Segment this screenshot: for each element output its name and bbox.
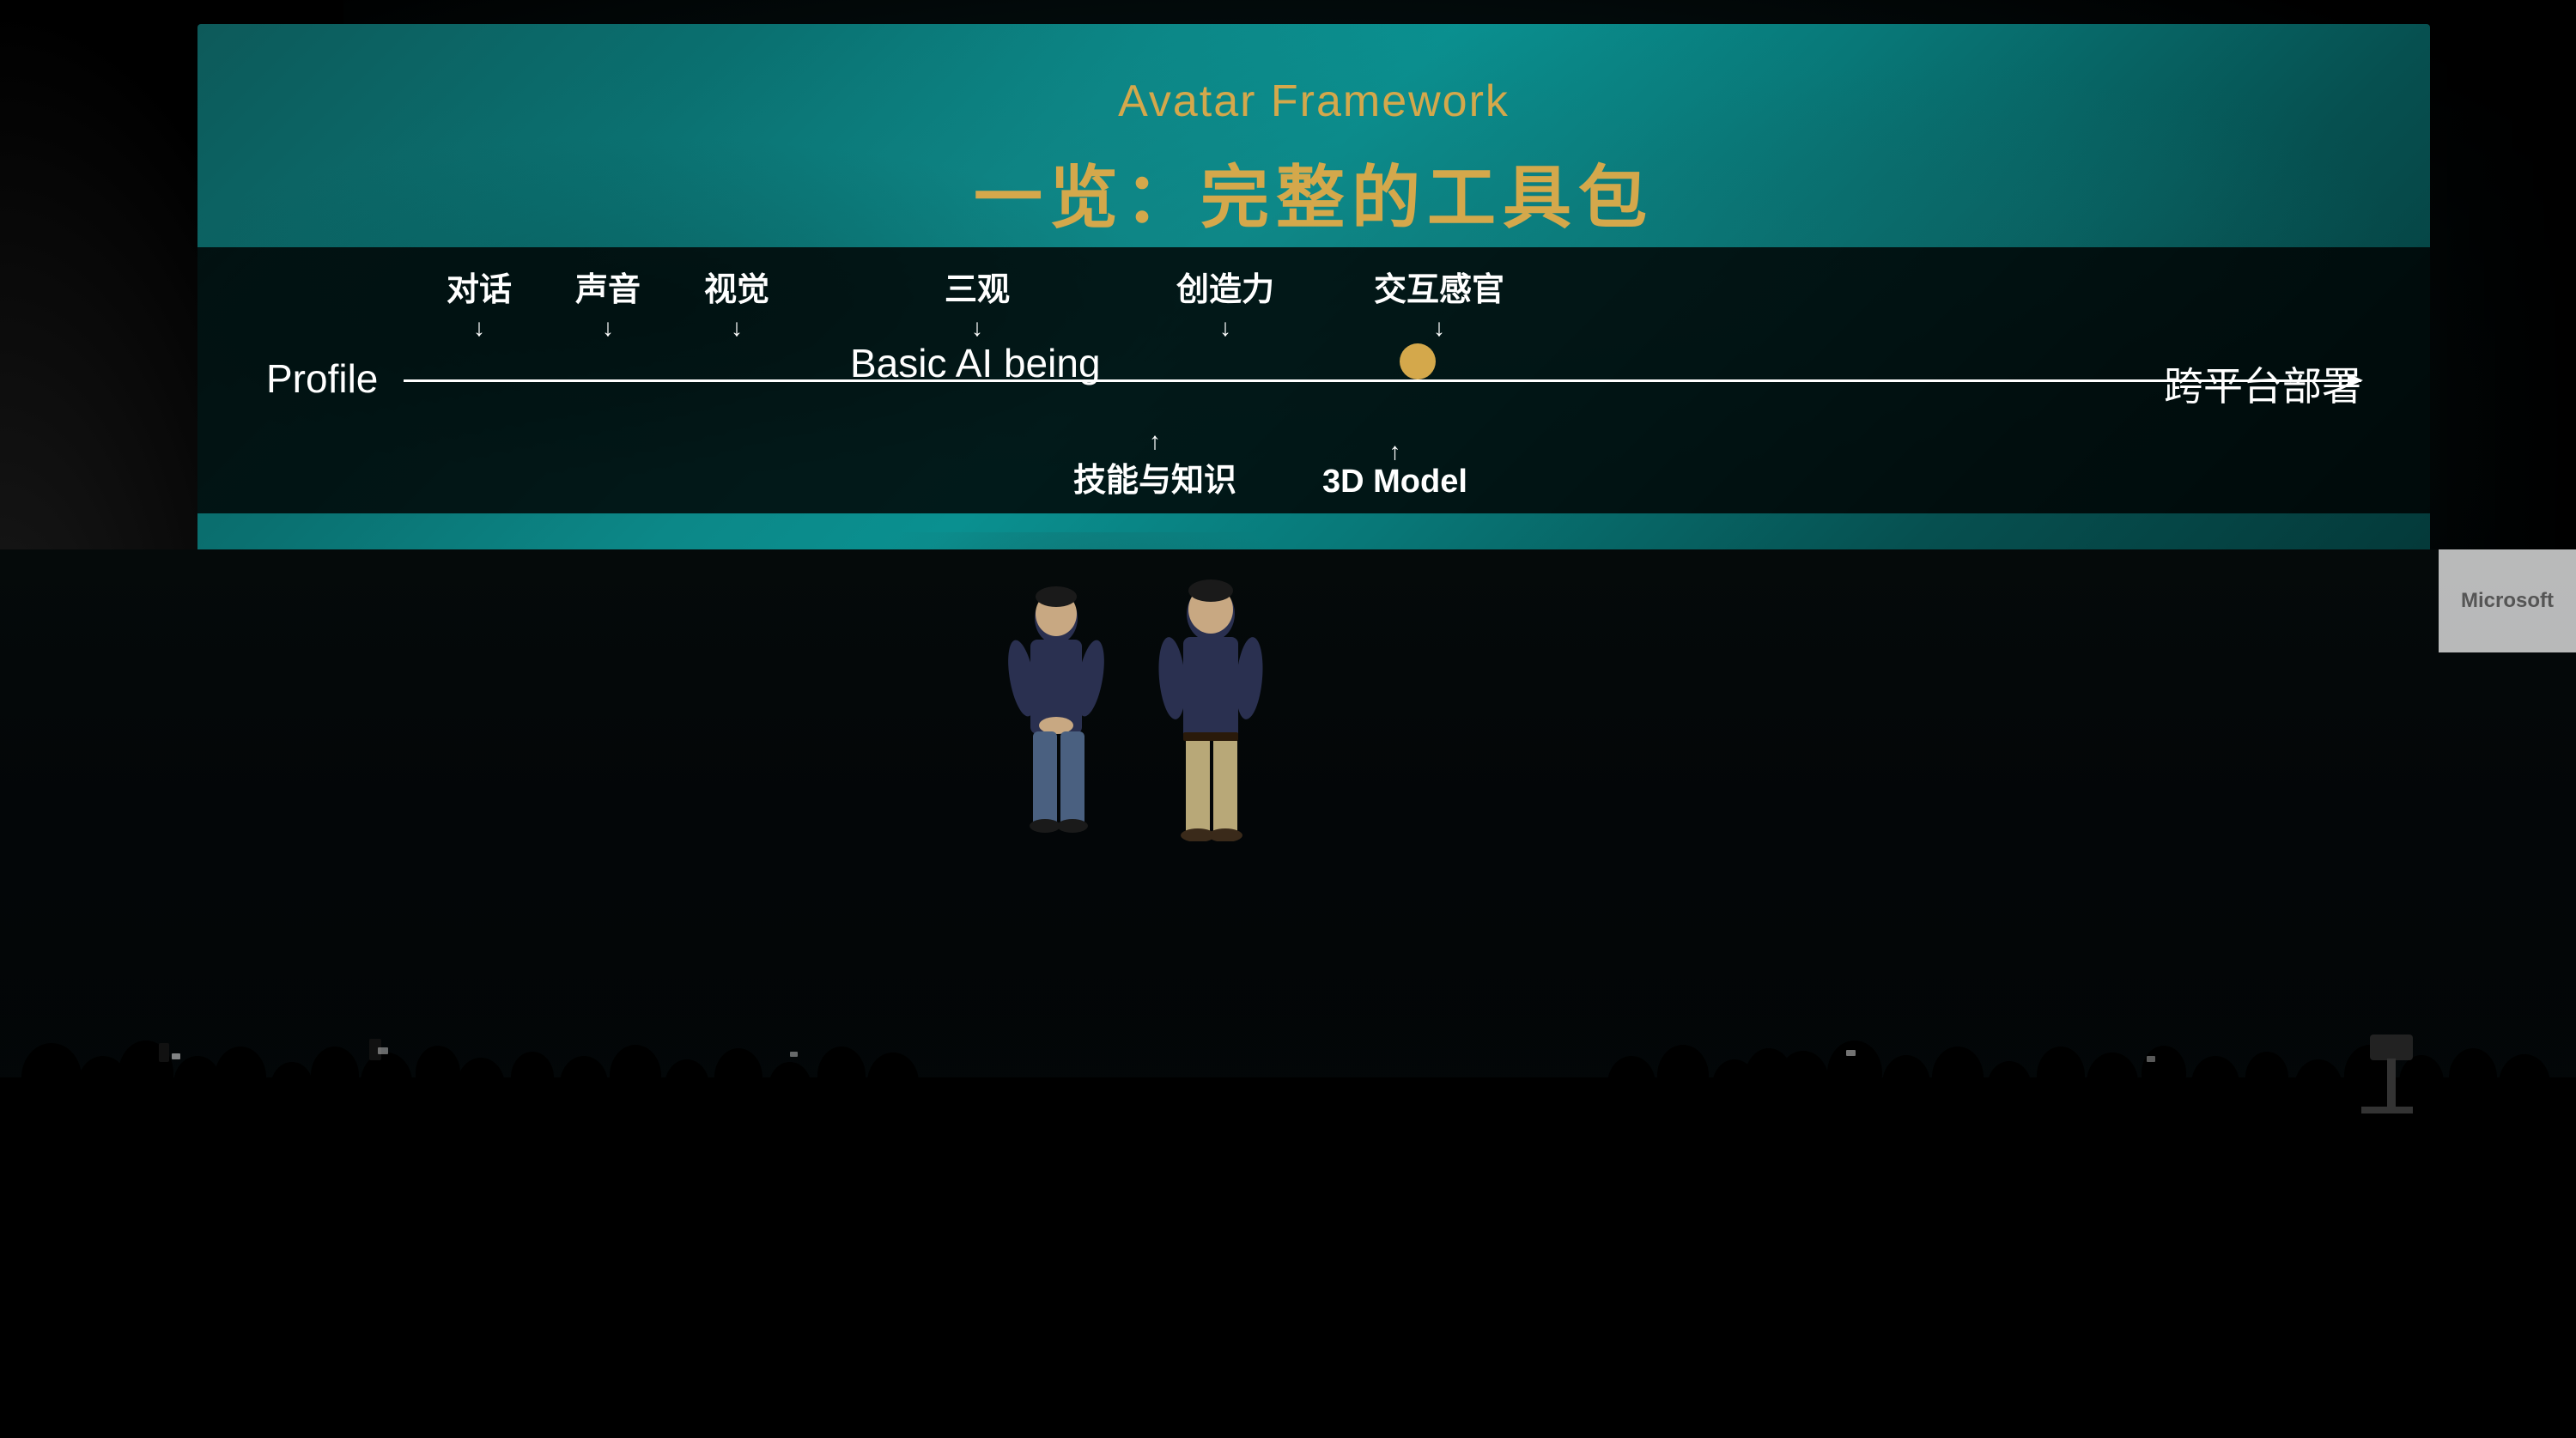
speakers-svg <box>945 567 1374 841</box>
label-creativity: 创造力 ↓ <box>1176 263 1274 343</box>
title-chinese: 一览：完整的工具包 <box>197 143 2430 242</box>
label-creativity-arrow: ↓ <box>1219 313 1231 343</box>
basic-ai-label: Basic AI being <box>850 340 1101 386</box>
label-dialog-text: 对话 <box>447 263 512 310</box>
gold-circle <box>1400 343 1436 379</box>
label-interaction-text: 交互感官 <box>1374 263 1504 310</box>
label-3d-model: ↑ 3D Model <box>1322 440 1467 501</box>
label-sound-text: 声音 <box>575 263 641 310</box>
title-english: Avatar Framework <box>197 76 2430 127</box>
label-sound: 声音 ↓ <box>575 263 641 343</box>
label-interaction-arrow: ↓ <box>1433 313 1445 343</box>
h-line <box>404 379 2361 382</box>
label-vision-arrow: ↓ <box>731 313 743 343</box>
label-interaction: 交互感官 ↓ <box>1374 263 1504 343</box>
label-skills-text: 技能与知识 <box>1073 453 1236 501</box>
label-worldview-arrow: ↓ <box>971 313 983 343</box>
diagram-line <box>266 379 2361 382</box>
label-skills-arrow: ↑ <box>1149 429 1161 453</box>
label-3d-model-arrow: ↑ <box>1388 440 1400 464</box>
screen-title-area: Avatar Framework 一览：完整的工具包 <box>197 76 2430 242</box>
projection-screen: Avatar Framework 一览：完整的工具包 对话 ↓ 声音 ↓ 视觉 … <box>197 24 2430 591</box>
label-vision: 视觉 ↓ <box>704 263 769 343</box>
label-vision-text: 视觉 <box>704 263 769 310</box>
audience-svg <box>0 992 2576 1438</box>
label-dialog-arrow: ↓ <box>473 313 485 343</box>
label-creativity-text: 创造力 <box>1176 263 1274 310</box>
framework-diagram: 对话 ↓ 声音 ↓ 视觉 ↓ 三观 ↓ 创造力 ↓ <box>266 254 2361 507</box>
label-worldview-text: 三观 <box>945 263 1010 310</box>
label-dialog: 对话 ↓ <box>447 263 512 343</box>
microsoft-sign: Microsoft <box>2439 549 2576 652</box>
label-skills: ↑ 技能与知识 <box>1073 429 1236 501</box>
cross-platform-label: 跨平台部署 <box>2164 355 2361 412</box>
label-sound-arrow: ↓ <box>602 313 614 343</box>
stage-area: Microsoft <box>0 549 2576 1438</box>
label-worldview: 三观 ↓ <box>945 263 1010 343</box>
scene: Avatar Framework 一览：完整的工具包 对话 ↓ 声音 ↓ 视觉 … <box>0 0 2576 1438</box>
label-3d-model-text: 3D Model <box>1322 464 1467 501</box>
